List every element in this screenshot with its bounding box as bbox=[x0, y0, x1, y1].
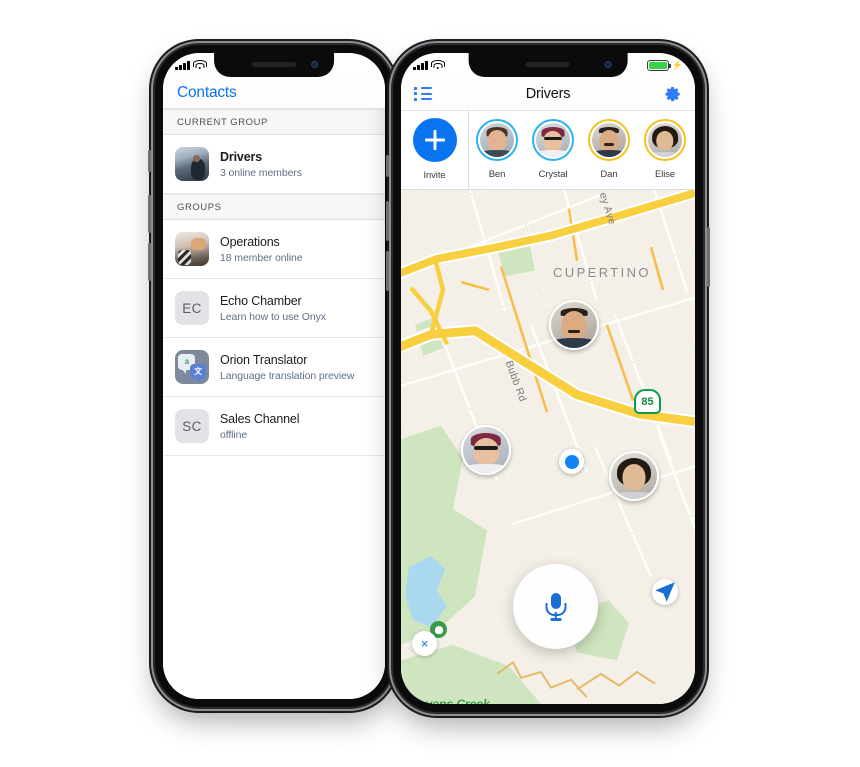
avatar bbox=[479, 122, 515, 158]
list-item-title: Orion Translator bbox=[220, 352, 308, 367]
earpiece-speaker bbox=[526, 62, 570, 67]
status-right-group: ⚡ bbox=[646, 59, 683, 71]
mute-switch[interactable] bbox=[148, 150, 151, 172]
battery-icon bbox=[646, 59, 671, 71]
list-item-echo-chamber[interactable]: EC Echo Chamber Learn how to use Onyx bbox=[163, 279, 385, 338]
avatar bbox=[535, 122, 571, 158]
page-title: Drivers bbox=[525, 85, 571, 102]
avatar-ring-online bbox=[532, 119, 574, 161]
list-item-orion-translator[interactable]: a 文 Orion Translator Language translatio… bbox=[163, 338, 385, 397]
volume-up-button[interactable] bbox=[148, 195, 151, 233]
list-empty-area bbox=[163, 456, 385, 699]
list-item-operations[interactable]: Operations 18 member online bbox=[163, 220, 385, 279]
signal-bars-icon bbox=[413, 60, 428, 70]
status-left-group bbox=[175, 60, 207, 70]
list-item-title: Operations bbox=[220, 234, 280, 249]
compass-icon bbox=[655, 582, 675, 602]
power-button[interactable] bbox=[707, 227, 710, 287]
groups-list[interactable]: CURRENT GROUP Drivers 3 online members G… bbox=[163, 109, 385, 699]
microphone-button[interactable] bbox=[513, 564, 598, 649]
charging-bolt-icon: ⚡ bbox=[671, 59, 683, 70]
member-avatar-elise[interactable]: Elise bbox=[637, 111, 693, 180]
list-item-drivers[interactable]: Drivers 3 online members bbox=[163, 135, 385, 194]
list-item-text: Operations 18 member online bbox=[220, 235, 373, 264]
left-phone-device: Contacts CURRENT GROUP Drivers 3 online … bbox=[148, 45, 400, 707]
list-item-subtitle: Language translation preview bbox=[220, 369, 355, 382]
volume-down-button[interactable] bbox=[148, 243, 151, 281]
list-item-text: Orion Translator Language translation pr… bbox=[220, 353, 373, 382]
right-nav-bar: Drivers bbox=[401, 77, 695, 111]
section-header-current-group: CURRENT GROUP bbox=[163, 109, 385, 135]
list-item-subtitle: Learn how to use Onyx bbox=[220, 310, 326, 323]
avatar-ring-away bbox=[588, 119, 630, 161]
member-name: Elise bbox=[654, 169, 676, 180]
member-avatar-crystal[interactable]: Crystal bbox=[525, 111, 581, 180]
group-avatar-drivers bbox=[175, 147, 209, 181]
avatar-ring-away bbox=[644, 119, 686, 161]
group-avatar-initials-ec: EC bbox=[175, 291, 209, 325]
member-name: Crystal bbox=[538, 169, 568, 180]
member-name: Dan bbox=[600, 169, 618, 180]
signal-bars-icon bbox=[175, 60, 190, 70]
map-view[interactable]: Cupertino Bubb Rd ey Ave 85 bbox=[401, 189, 695, 704]
avatar bbox=[591, 122, 627, 158]
highway-number: 85 bbox=[641, 396, 654, 408]
avatar-ring-online bbox=[476, 119, 518, 161]
right-phone-device: ⚡ Drivers Invite Ben Crystal Dan Elise C… bbox=[386, 45, 710, 712]
list-item-title: Echo Chamber bbox=[220, 293, 302, 308]
member-avatar-ben[interactable]: Ben bbox=[469, 111, 525, 180]
invite-button[interactable]: Invite bbox=[401, 111, 469, 189]
list-item-subtitle: 3 online members bbox=[220, 166, 302, 179]
status-left-group bbox=[413, 60, 445, 70]
mute-switch[interactable] bbox=[386, 155, 389, 177]
front-camera bbox=[310, 61, 318, 68]
avatar bbox=[647, 122, 683, 158]
close-icon[interactable]: × bbox=[412, 631, 437, 656]
microphone-icon bbox=[545, 592, 566, 621]
volume-down-button[interactable] bbox=[386, 251, 389, 291]
section-header-groups: GROUPS bbox=[163, 194, 385, 220]
list-icon[interactable] bbox=[414, 86, 432, 101]
group-avatar-operations bbox=[175, 232, 209, 266]
left-phone-screen: Contacts CURRENT GROUP Drivers 3 online … bbox=[163, 53, 385, 699]
list-item-text: Sales Channel offline bbox=[220, 412, 373, 441]
member-avatar-partial[interactable] bbox=[693, 111, 695, 169]
highway-shield-85: 85 bbox=[634, 389, 661, 414]
member-avatar-dan[interactable]: Dan bbox=[581, 111, 637, 180]
right-phone-screen: ⚡ Drivers Invite Ben Crystal Dan Elise C… bbox=[401, 53, 695, 704]
list-item-subtitle: offline bbox=[220, 428, 248, 441]
list-item-sales-channel[interactable]: SC Sales Channel offline bbox=[163, 397, 385, 456]
notch bbox=[468, 53, 628, 77]
member-avatar-strip[interactable]: Invite Ben Crystal Dan Elise bbox=[401, 111, 695, 190]
member-name: Ben bbox=[488, 169, 506, 180]
screenshot-stage: Contacts CURRENT GROUP Drivers 3 online … bbox=[0, 0, 860, 767]
group-avatar-initials-sc: SC bbox=[175, 409, 209, 443]
wifi-icon bbox=[430, 60, 445, 70]
map-pin-crystal[interactable] bbox=[461, 425, 511, 475]
list-item-title: Sales Channel bbox=[220, 411, 300, 426]
list-item-subtitle: 18 member online bbox=[220, 251, 303, 264]
earpiece-speaker bbox=[252, 62, 296, 67]
front-camera bbox=[604, 61, 612, 68]
list-item-text: Echo Chamber Learn how to use Onyx bbox=[220, 294, 373, 323]
user-location-dot bbox=[559, 449, 584, 474]
app-icon-translate: a 文 bbox=[175, 350, 209, 384]
volume-up-button[interactable] bbox=[386, 201, 389, 241]
speech-bubble-icon: 文 bbox=[189, 364, 207, 384]
list-item-text: Drivers 3 online members bbox=[220, 150, 373, 179]
map-pin-dan[interactable] bbox=[549, 300, 599, 350]
plus-icon bbox=[412, 118, 457, 162]
left-nav-bar: Contacts bbox=[163, 77, 385, 109]
map-pin-elise[interactable] bbox=[609, 451, 659, 501]
back-to-contacts-link[interactable]: Contacts bbox=[177, 84, 237, 102]
list-item-title: Drivers bbox=[220, 149, 263, 164]
wifi-icon bbox=[192, 60, 207, 70]
notch bbox=[214, 53, 334, 77]
invite-label: Invite bbox=[423, 170, 446, 181]
gear-icon[interactable] bbox=[663, 84, 682, 103]
compass-button[interactable] bbox=[652, 579, 678, 605]
